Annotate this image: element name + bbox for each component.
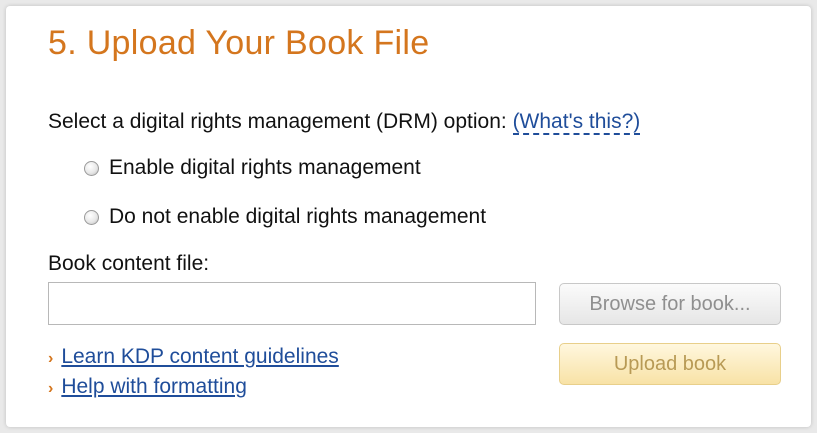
browse-for-book-button[interactable]: Browse for book... [559, 283, 781, 325]
upload-book-button[interactable]: Upload book [559, 343, 781, 385]
book-file-input[interactable] [48, 282, 536, 325]
learn-kdp-guidelines-link[interactable]: Learn KDP content guidelines [61, 345, 338, 369]
drm-disable-label: Do not enable digital rights management [109, 205, 487, 228]
drm-option-enable[interactable]: Enable digital rights management [84, 156, 421, 180]
drm-enable-radio[interactable] [84, 160, 99, 176]
drm-disable-radio[interactable] [84, 209, 99, 225]
help-formatting-row: › Help with formatting [48, 375, 247, 399]
section-title: 5. Upload Your Book File [48, 24, 430, 62]
book-content-file-label: Book content file: [48, 252, 210, 275]
drm-prompt: Select a digital rights management (DRM)… [48, 110, 641, 135]
drm-prompt-text: Select a digital rights management (DRM)… [48, 110, 507, 133]
help-formatting-link[interactable]: Help with formatting [61, 375, 247, 399]
chevron-right-icon: › [48, 380, 54, 397]
chevron-right-icon: › [48, 350, 54, 367]
whats-this-link[interactable]: (What's this?) [512, 110, 641, 135]
drm-enable-label: Enable digital rights management [109, 156, 421, 179]
learn-kdp-guidelines-row: › Learn KDP content guidelines [48, 345, 339, 369]
drm-option-disable[interactable]: Do not enable digital rights management [84, 205, 486, 229]
upload-book-panel: 5. Upload Your Book File Select a digita… [6, 6, 811, 427]
